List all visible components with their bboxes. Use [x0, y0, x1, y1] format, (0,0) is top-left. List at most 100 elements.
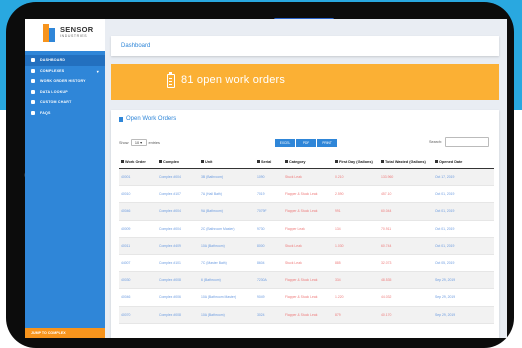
cell-complex[interactable]: Complex #004	[157, 175, 199, 179]
table-row[interactable]: 40030 Complex #008 6 (Bathroom) 7230A Flappe…	[119, 272, 494, 290]
table-row[interactable]: 40010 Complex #107 7A (Hall Bath) 7019 Flapp…	[119, 186, 494, 204]
column-header-unit[interactable]: Unit	[199, 160, 255, 164]
cell-work-order[interactable]: 40009	[119, 227, 157, 231]
table-row[interactable]: 40046 Complex #004 9A (Bathroom) 7079F Flapp…	[119, 203, 494, 221]
cell-opened-date: Oct 01, 2019	[435, 226, 455, 231]
drop-icon	[381, 160, 384, 163]
table-row[interactable]: 40011 Complex #409 10A (Bathroom) 8000 Stuck…	[119, 237, 494, 255]
print-button[interactable]: PRINT	[317, 139, 337, 147]
excel-button[interactable]: EXCEL	[275, 139, 295, 147]
sidebar-item-faqs[interactable]: FAQS	[25, 108, 105, 119]
cell-serial: 8000	[257, 243, 265, 248]
sidebar-item-label: DASHBOARD	[40, 58, 66, 63]
column-header-complex[interactable]: Complex	[157, 160, 199, 164]
sidebar-item-data-lookup[interactable]: DATA LOOKUP	[25, 87, 105, 98]
open-work-orders-panel: Open Work Orders Show 10 ▾ entries EXCEL…	[111, 110, 499, 338]
table-row[interactable]: 40046 Complex #006 10A (Bathroom Master) 90…	[119, 289, 494, 307]
cell-complex[interactable]: Complex #008	[157, 278, 199, 282]
cell-total-wasted: 48.535	[381, 278, 392, 283]
cell-complex[interactable]: Complex #008	[157, 313, 199, 317]
pdf-button[interactable]: PDF	[296, 139, 316, 147]
cell-category: Flapper & Stuck Leak	[285, 278, 318, 283]
table-row[interactable]: 40001 Complex #004 3B (Bathroom) 1090 Stuck …	[119, 169, 494, 187]
cell-first-day: 879	[335, 312, 341, 317]
brand-subtitle: INDUSTRIES	[60, 34, 88, 38]
id-icon	[121, 160, 124, 163]
cell-complex[interactable]: Complex #006	[157, 295, 199, 299]
cell-unit[interactable]: 6 (Bathroom)	[199, 278, 255, 282]
cell-unit[interactable]: 7A (Hall Bath)	[199, 192, 255, 196]
building-icon	[31, 68, 35, 73]
cell-complex[interactable]: Complex #004	[157, 209, 199, 213]
sidebar-item-label: CUSTOM CHART	[40, 100, 72, 105]
sidebar-item-work-order-history[interactable]: WORK ORDER HISTORY	[25, 76, 105, 87]
search-input[interactable]	[445, 137, 490, 147]
history-icon	[31, 79, 35, 84]
tablet-frame: SENSOR INDUSTRIES DASHBOARD COMPLEXES ▾ …	[6, 2, 514, 348]
cell-work-order[interactable]: 40046	[119, 295, 157, 299]
cell-work-order[interactable]: 40001	[119, 175, 157, 179]
sidebar-item-label: WORK ORDER HISTORY	[40, 79, 86, 84]
sidebar: SENSOR INDUSTRIES DASHBOARD COMPLEXES ▾ …	[25, 19, 105, 338]
open-orders-banner[interactable]: 81 open work orders	[111, 64, 499, 100]
search-label: Search:	[429, 140, 443, 144]
question-icon	[31, 110, 35, 115]
cell-unit[interactable]: 10A (Bathroom)	[199, 244, 255, 248]
cell-complex[interactable]: Complex #409	[157, 244, 199, 248]
table-row[interactable]: 40009 Complex #004 2C (Bathroom Master) 973…	[119, 221, 494, 238]
cell-opened-date: Sep 29, 2019	[435, 295, 456, 300]
sidebar-item-custom-chart[interactable]: CUSTOM CHART	[25, 97, 105, 108]
sidebar-item-label: COMPLEXES	[40, 68, 65, 73]
sidebar-item-complexes[interactable]: COMPLEXES ▾	[25, 66, 105, 77]
cell-serial: 7019	[257, 192, 265, 197]
table-search: Search:	[429, 137, 490, 147]
sidebar-menu: DASHBOARD COMPLEXES ▾ WORK ORDER HISTORY…	[25, 55, 105, 118]
column-header-work-order[interactable]: Work Order	[119, 160, 157, 164]
work-orders-table: Work Order Complex Unit Serial Category …	[119, 155, 494, 324]
cell-category: Flapper & Stuck Leak	[285, 192, 318, 197]
cell-unit[interactable]: 10A (Bathroom Master)	[199, 295, 255, 299]
jump-to-complex-button[interactable]: JUMP TO COMPLEX	[25, 328, 105, 338]
cell-serial: 8604	[257, 261, 265, 266]
cell-opened-date: Sep 29, 2019	[435, 278, 456, 283]
cell-complex[interactable]: Complex #101	[157, 261, 199, 265]
cell-category: Flapper Leak	[285, 226, 305, 231]
column-header-category[interactable]: Category	[283, 160, 333, 164]
cell-first-day: 334	[335, 278, 341, 283]
panel-title: Open Work Orders	[119, 116, 176, 122]
table-row[interactable]: 40070 Complex #008 10A (Bathroom) 3024 Flapp…	[119, 306, 494, 324]
cell-unit[interactable]: 7C (Master Bath)	[199, 261, 255, 265]
column-header-total-wasted[interactable]: Total Wasted (Gallons)	[379, 160, 433, 164]
column-header-serial[interactable]: Serial	[255, 160, 283, 164]
search-icon	[31, 89, 35, 94]
cell-unit[interactable]: 3B (Bathroom)	[199, 175, 255, 179]
cell-work-order[interactable]: 40011	[119, 244, 157, 248]
cell-serial: 7079F	[257, 209, 267, 214]
cell-complex[interactable]: Complex #004	[157, 227, 199, 231]
open-orders-count: 81 open work orders	[181, 74, 286, 86]
cell-complex[interactable]: Complex #107	[157, 192, 199, 196]
cell-total-wasted: 70.911	[381, 226, 392, 231]
cell-work-order[interactable]: 44007	[119, 261, 157, 265]
table-header-row: Work Order Complex Unit Serial Category …	[119, 155, 494, 169]
cell-work-order[interactable]: 40030	[119, 278, 157, 282]
cell-unit[interactable]: 10A (Bathroom)	[199, 313, 255, 317]
entries-select[interactable]: 10 ▾	[130, 139, 147, 146]
cell-work-order[interactable]: 40070	[119, 313, 157, 317]
cell-category: Flapper & Stuck Leak	[285, 209, 318, 214]
sidebar-item-dashboard[interactable]: DASHBOARD	[25, 55, 105, 66]
cell-category: Stuck Leak	[285, 261, 302, 266]
table-row[interactable]: 44007 Complex #101 7C (Master Bath) 8604 Stu…	[119, 255, 494, 273]
column-header-first-day[interactable]: First Day (Gallons)	[333, 160, 379, 164]
cell-work-order[interactable]: 40046	[119, 209, 157, 213]
cell-unit[interactable]: 2C (Bathroom Master)	[199, 227, 255, 231]
brand-logo[interactable]: SENSOR INDUSTRIES	[25, 19, 105, 51]
cell-unit[interactable]: 9A (Bathroom)	[199, 209, 255, 213]
cell-work-order[interactable]: 40010	[119, 192, 157, 196]
cell-opened-date: Sep 29, 2019	[435, 312, 456, 317]
cell-total-wasted: 44.032	[381, 295, 392, 300]
cell-first-day: 134	[335, 226, 341, 231]
show-label: Show	[119, 140, 129, 145]
column-header-opened-date[interactable]: Opened Date	[433, 160, 494, 164]
entries-length-control: Show 10 ▾ entries	[119, 139, 160, 146]
